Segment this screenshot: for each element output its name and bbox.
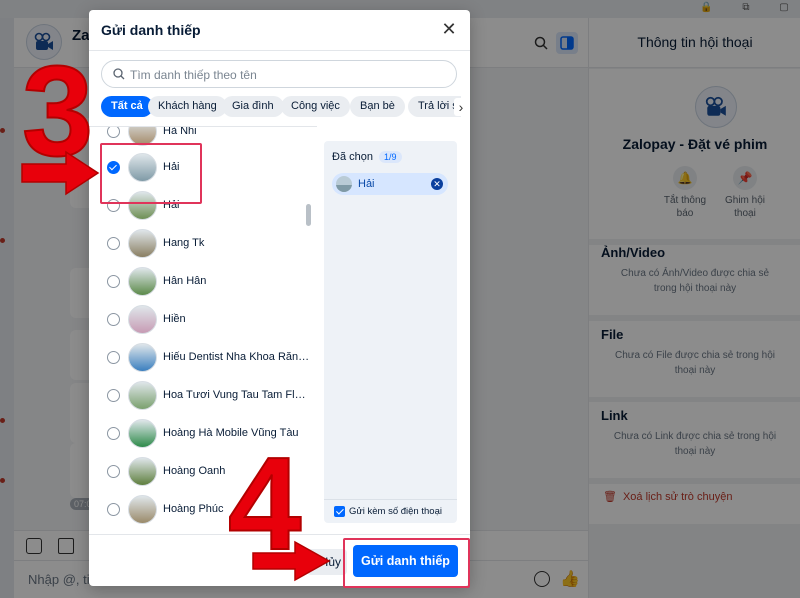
search-input[interactable]: [130, 65, 450, 85]
search-icon: [113, 68, 125, 80]
avatar: [128, 457, 157, 486]
contact-search[interactable]: [101, 60, 457, 88]
filter-chip-family[interactable]: Gia đình: [222, 96, 284, 117]
highlight-selected-contact: [100, 143, 202, 204]
selected-contacts-panel: Đã chọn 1/9 Hải ✕ Gửi kèm số điện thoại: [324, 141, 457, 523]
filter-chip-customers[interactable]: Khách hàng: [148, 96, 227, 117]
avatar: [128, 267, 157, 296]
contact-name: Hiền: [163, 313, 186, 325]
contact-name: Hà Nhi: [163, 126, 197, 137]
selected-label: Đã chọn: [332, 151, 373, 163]
filter-chip-all[interactable]: Tất cả: [101, 96, 153, 117]
contact-radio[interactable]: [107, 503, 120, 516]
contact-list-scrollbar[interactable]: [306, 204, 311, 226]
highlight-send-button: [343, 538, 470, 588]
contact-name: Hiếu Dentist Nha Khoa Răng...: [163, 351, 311, 363]
avatar: [128, 381, 157, 410]
contact-radio[interactable]: [107, 313, 120, 326]
include-phone-checkbox[interactable]: [334, 506, 345, 517]
contact-name: Hoa Tươi Vung Tau Tam Flow...: [163, 389, 311, 401]
include-phone-option[interactable]: Gửi kèm số điện thoại: [324, 499, 457, 523]
contact-radio[interactable]: [107, 427, 120, 440]
contact-row[interactable]: Hoa Tươi Vung Tau Tam Flow...: [89, 377, 317, 415]
header-divider: [89, 50, 470, 51]
selected-count-badge: 1/9: [378, 151, 402, 163]
avatar: [128, 343, 157, 372]
contact-name: Hang Tk: [163, 237, 205, 249]
contact-row[interactable]: Hiền: [89, 301, 317, 339]
contact-row[interactable]: Hang Tk: [89, 225, 317, 263]
filter-chip-friends[interactable]: Bạn bè: [350, 96, 405, 117]
contact-radio[interactable]: [107, 351, 120, 364]
filter-chip-row: Tất cả Khách hàng Gia đình Công việc Bạn…: [101, 96, 461, 118]
chevron-right-icon[interactable]: ›: [454, 98, 468, 116]
selected-contact-name: Hải: [358, 178, 375, 190]
include-phone-label: Gửi kèm số điện thoại: [349, 506, 442, 517]
close-icon[interactable]: ✕: [438, 18, 460, 40]
contact-radio[interactable]: [107, 389, 120, 402]
avatar: [336, 176, 352, 192]
avatar: [128, 419, 157, 448]
arrow-right-icon: [21, 150, 100, 196]
contact-radio[interactable]: [107, 127, 120, 138]
avatar: [128, 495, 157, 524]
contact-row[interactable]: Hiếu Dentist Nha Khoa Răng...: [89, 339, 317, 377]
contact-radio[interactable]: [107, 237, 120, 250]
dialog-title: Gửi danh thiếp: [101, 22, 201, 38]
contact-radio[interactable]: [107, 275, 120, 288]
arrow-right-icon: [252, 540, 331, 582]
contact-name: Hân Hân: [163, 275, 207, 287]
contact-radio[interactable]: [107, 465, 120, 478]
selected-header: Đã chọn 1/9: [332, 151, 402, 163]
remove-icon[interactable]: ✕: [431, 178, 443, 190]
avatar: [128, 305, 157, 334]
contact-row[interactable]: Hân Hân: [89, 263, 317, 301]
avatar: [128, 229, 157, 258]
filter-chip-work[interactable]: Công việc: [281, 96, 350, 117]
selected-contact-chip: Hải ✕: [332, 173, 448, 195]
